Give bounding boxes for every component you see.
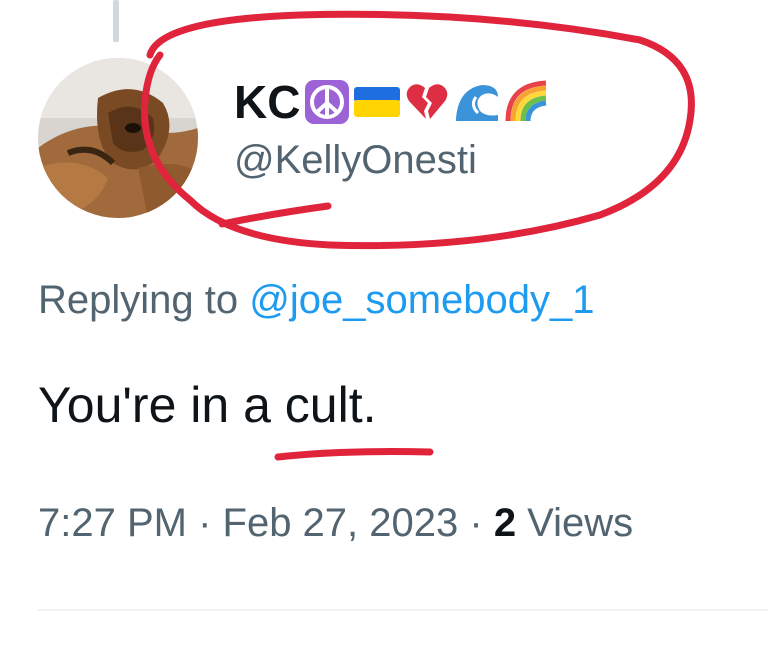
user-handle[interactable]: @KellyOnesti — [234, 140, 477, 180]
replying-to-line: Replying to @joe_somebody_1 — [38, 280, 595, 320]
peace-symbol-icon — [304, 79, 350, 125]
circle-tail-annotation — [218, 202, 332, 228]
dog-photo-icon — [38, 58, 198, 218]
tweet-text: You're in a cult. — [38, 377, 377, 433]
underline-annotation — [274, 448, 434, 461]
views-count[interactable]: 2 — [494, 501, 516, 545]
thread-connector-line — [113, 0, 119, 42]
avatar[interactable] — [38, 58, 198, 218]
meta-separator: · — [186, 501, 223, 545]
tweet-date[interactable]: Feb 27, 2023 — [223, 501, 459, 545]
rainbow-icon — [504, 79, 550, 125]
tweet-time[interactable]: 7:27 PM — [38, 501, 187, 545]
blue-wave-icon — [454, 79, 500, 125]
replying-to-prefix: Replying to — [38, 278, 250, 322]
tweet-metadata: 7:27 PM · Feb 27, 2023 · 2 Views — [38, 503, 633, 543]
broken-heart-icon — [404, 79, 450, 125]
display-name-row[interactable]: KC — [234, 72, 550, 132]
meta-separator: · — [458, 501, 494, 545]
views-label[interactable]: Views — [516, 501, 633, 545]
display-name[interactable]: KC — [234, 79, 300, 125]
divider — [38, 609, 768, 611]
ukraine-flag-icon — [354, 79, 401, 125]
reply-mention-link[interactable]: @joe_somebody_1 — [249, 278, 594, 322]
